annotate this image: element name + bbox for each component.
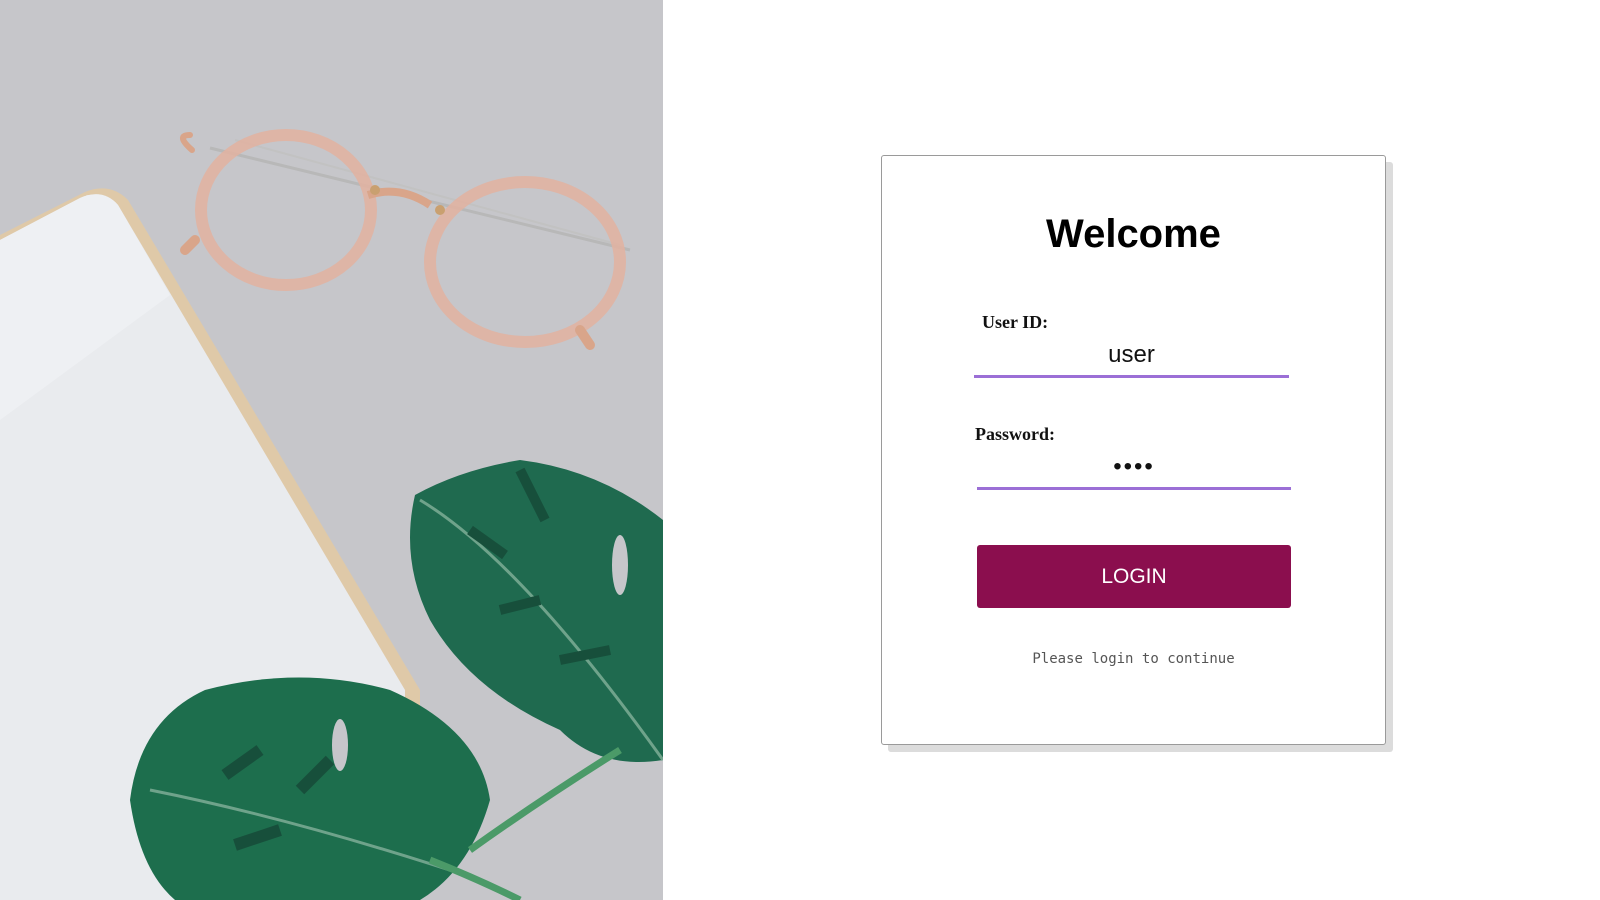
- login-button[interactable]: LOGIN: [977, 545, 1291, 608]
- password-input[interactable]: [977, 446, 1291, 490]
- monstera-leaf-image: [410, 460, 663, 762]
- desk-photo-illustration: [0, 129, 663, 900]
- login-hint-text: Please login to continue: [1032, 651, 1235, 667]
- user-id-label: User ID:: [982, 312, 1049, 332]
- login-card: Welcome User ID: Password: LOGIN Please …: [881, 155, 1386, 745]
- eyeglasses-image: [180, 129, 631, 350]
- decorative-photo-panel: [0, 0, 663, 900]
- welcome-title: Welcome: [1046, 212, 1221, 256]
- user-id-input[interactable]: [974, 334, 1289, 378]
- password-label: Password:: [975, 424, 1055, 444]
